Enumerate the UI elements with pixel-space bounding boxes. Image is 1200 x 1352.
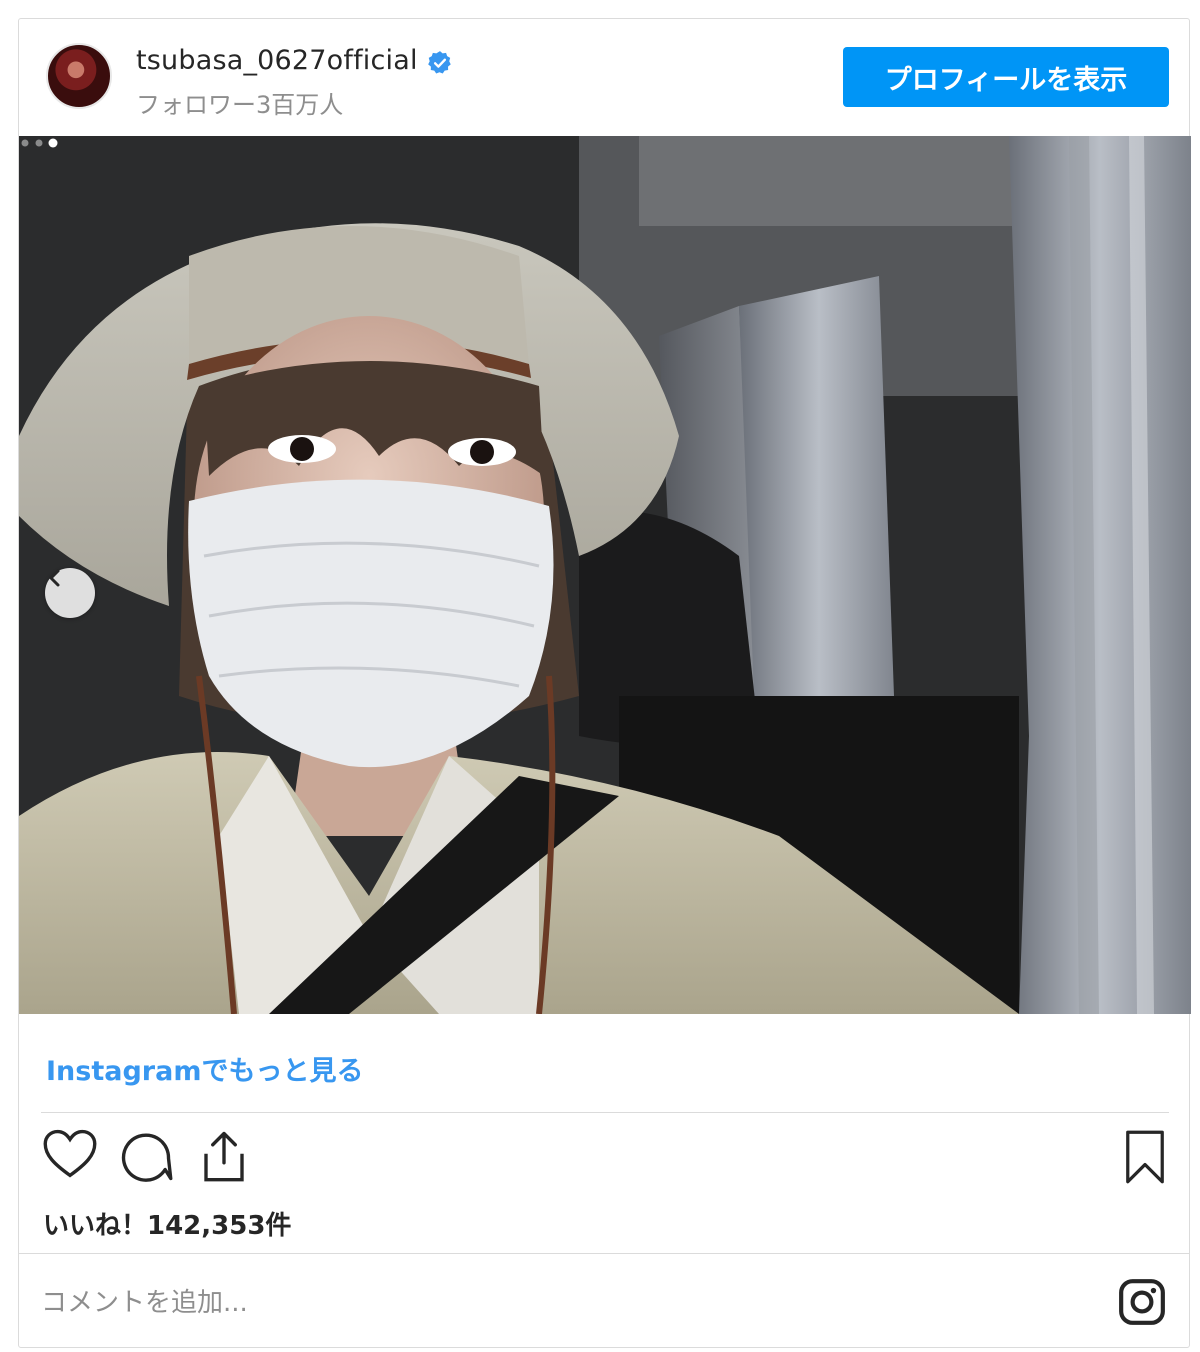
instagram-logo-icon[interactable] [1117,1277,1167,1327]
view-profile-button[interactable]: プロフィールを表示 [843,47,1169,107]
carousel-dot-active [48,138,58,148]
divider [19,1253,1189,1254]
like-heart-icon[interactable] [43,1129,97,1179]
carousel-dot [21,139,29,147]
follower-count: フォロワー3百万人 [136,91,344,119]
view-more-on-instagram-link[interactable]: Instagramでもっと見る [46,1049,363,1088]
divider [41,1112,1169,1113]
comment-input[interactable] [41,1275,1101,1331]
post-header: tsubasa_0627official フォロワー3百万人 プロフィールを表示 [19,19,1189,137]
post-photo[interactable] [19,136,1191,1014]
post-actions [19,1129,1189,1189]
like-count[interactable]: いいね！142,353件 [43,1205,291,1242]
photo-illustration [19,136,1191,1014]
bookmark-icon[interactable] [1123,1129,1167,1185]
avatar[interactable] [46,43,112,109]
carousel-prev-button[interactable] [45,568,95,618]
username[interactable]: tsubasa_0627official [136,45,418,76]
comment-bubble-icon[interactable] [119,1129,173,1183]
share-icon[interactable] [199,1129,249,1183]
verified-badge-icon [428,51,451,74]
chevron-left-icon [49,569,60,587]
carousel-dots [21,138,58,148]
instagram-embed-card: tsubasa_0627official フォロワー3百万人 プロフィールを表示 [18,18,1191,1348]
carousel-dot [35,139,43,147]
